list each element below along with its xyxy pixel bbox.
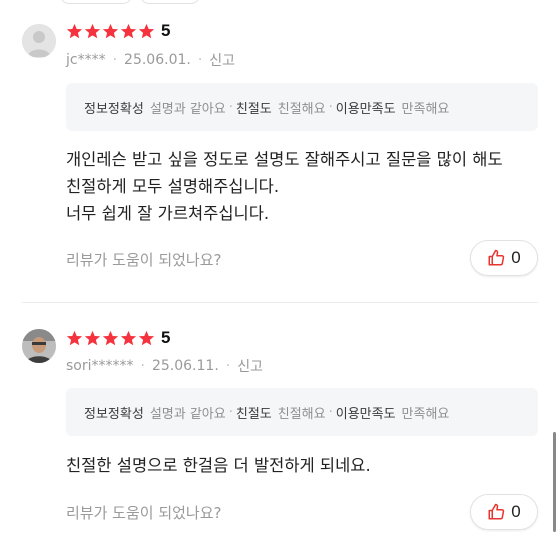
filter-chip[interactable] xyxy=(60,0,132,4)
star-rating: 5 xyxy=(66,328,170,348)
star-icon xyxy=(66,330,83,345)
avatar xyxy=(22,24,56,58)
thumbs-up-icon xyxy=(488,249,505,266)
reviewer-name: sori****** xyxy=(66,358,134,374)
star-icon xyxy=(120,330,137,345)
review-date: 25.06.11. xyxy=(151,358,219,374)
like-button[interactable]: 0 xyxy=(470,494,538,530)
tag-label: 이용만족도 xyxy=(335,406,396,422)
review-meta: jc**** · 25.06.01. · 신고 xyxy=(66,50,235,70)
user-photo-icon xyxy=(22,329,56,363)
rating-score: 5 xyxy=(161,21,171,40)
separator-dot: · xyxy=(228,404,233,420)
tag-label: 친절도 xyxy=(235,101,272,117)
tag-label: 친절도 xyxy=(235,406,272,422)
helpful-prompt: 리뷰가 도움이 되었나요? xyxy=(66,504,222,522)
star-rating: 5 xyxy=(66,21,170,41)
thumbs-up-icon xyxy=(488,503,505,520)
rating-score: 5 xyxy=(161,328,171,347)
tag-value: 친절해요 xyxy=(277,101,326,117)
separator-dot: · xyxy=(328,404,333,420)
report-link[interactable]: 신고 xyxy=(209,50,235,70)
review-date: 25.06.01. xyxy=(124,52,191,68)
separator-dot: · xyxy=(112,52,118,68)
tag-value: 만족해요 xyxy=(401,406,450,422)
reviewer-name: jc**** xyxy=(66,52,106,68)
tag-value: 친절해요 xyxy=(277,406,326,422)
avatar xyxy=(22,329,56,363)
review-tags: 정보정확성 설명과 같아요 · 친절도 친절해요 · 이용만족도 만족해요 xyxy=(66,388,538,436)
scrollbar[interactable] xyxy=(553,432,556,532)
tag-label: 정보정확성 xyxy=(84,101,144,117)
review-body-line: 친절한 설명으로 한걸음 더 발전하게 되네요. xyxy=(66,456,371,475)
review-body: 개인레슨 받고 싶을 정도로 설명도 잘해주시고 질문을 많이 해도 친절하게 … xyxy=(66,146,546,227)
review-meta: sori****** · 25.06.11. · 신고 xyxy=(66,356,263,376)
review-body-line: 너무 쉽게 잘 가르쳐주십니다. xyxy=(66,204,270,223)
separator-dot: · xyxy=(228,99,233,115)
separator-dot: · xyxy=(140,358,145,374)
review-body-line: 친절하게 모두 설명해주십니다. xyxy=(66,177,280,196)
helpful-prompt: 리뷰가 도움이 되었나요? xyxy=(66,251,222,269)
report-link[interactable]: 신고 xyxy=(237,356,263,376)
star-icon xyxy=(84,330,101,345)
tag-label: 정보정확성 xyxy=(84,406,144,422)
review-body: 친절한 설명으로 한걸음 더 발전하게 되네요. xyxy=(66,452,546,479)
tag-value: 만족해요 xyxy=(401,101,450,117)
star-icon xyxy=(84,23,101,38)
tag-value: 설명과 같아요 xyxy=(149,101,226,117)
star-icon xyxy=(102,23,119,38)
review-body-line: 개인레슨 받고 싶을 정도로 설명도 잘해주시고 질문을 많이 해도 xyxy=(66,150,503,169)
separator-dot: · xyxy=(225,358,231,374)
star-icon xyxy=(138,330,155,345)
review-tags: 정보정확성 설명과 같아요 · 친절도 친절해요 · 이용만족도 만족해요 xyxy=(66,83,538,131)
like-button[interactable]: 0 xyxy=(470,240,538,276)
star-icon xyxy=(66,23,83,38)
separator-dot: · xyxy=(328,99,333,115)
review-divider xyxy=(22,302,538,303)
tag-value: 설명과 같아요 xyxy=(149,406,226,422)
star-icon xyxy=(102,330,119,345)
separator-dot: · xyxy=(197,52,203,68)
star-icon xyxy=(120,23,137,38)
star-icon xyxy=(138,23,155,38)
like-count: 0 xyxy=(511,502,521,521)
tag-label: 이용만족도 xyxy=(335,101,396,117)
filter-chip[interactable] xyxy=(140,0,200,4)
like-count: 0 xyxy=(511,248,521,267)
default-avatar-icon xyxy=(22,24,56,58)
